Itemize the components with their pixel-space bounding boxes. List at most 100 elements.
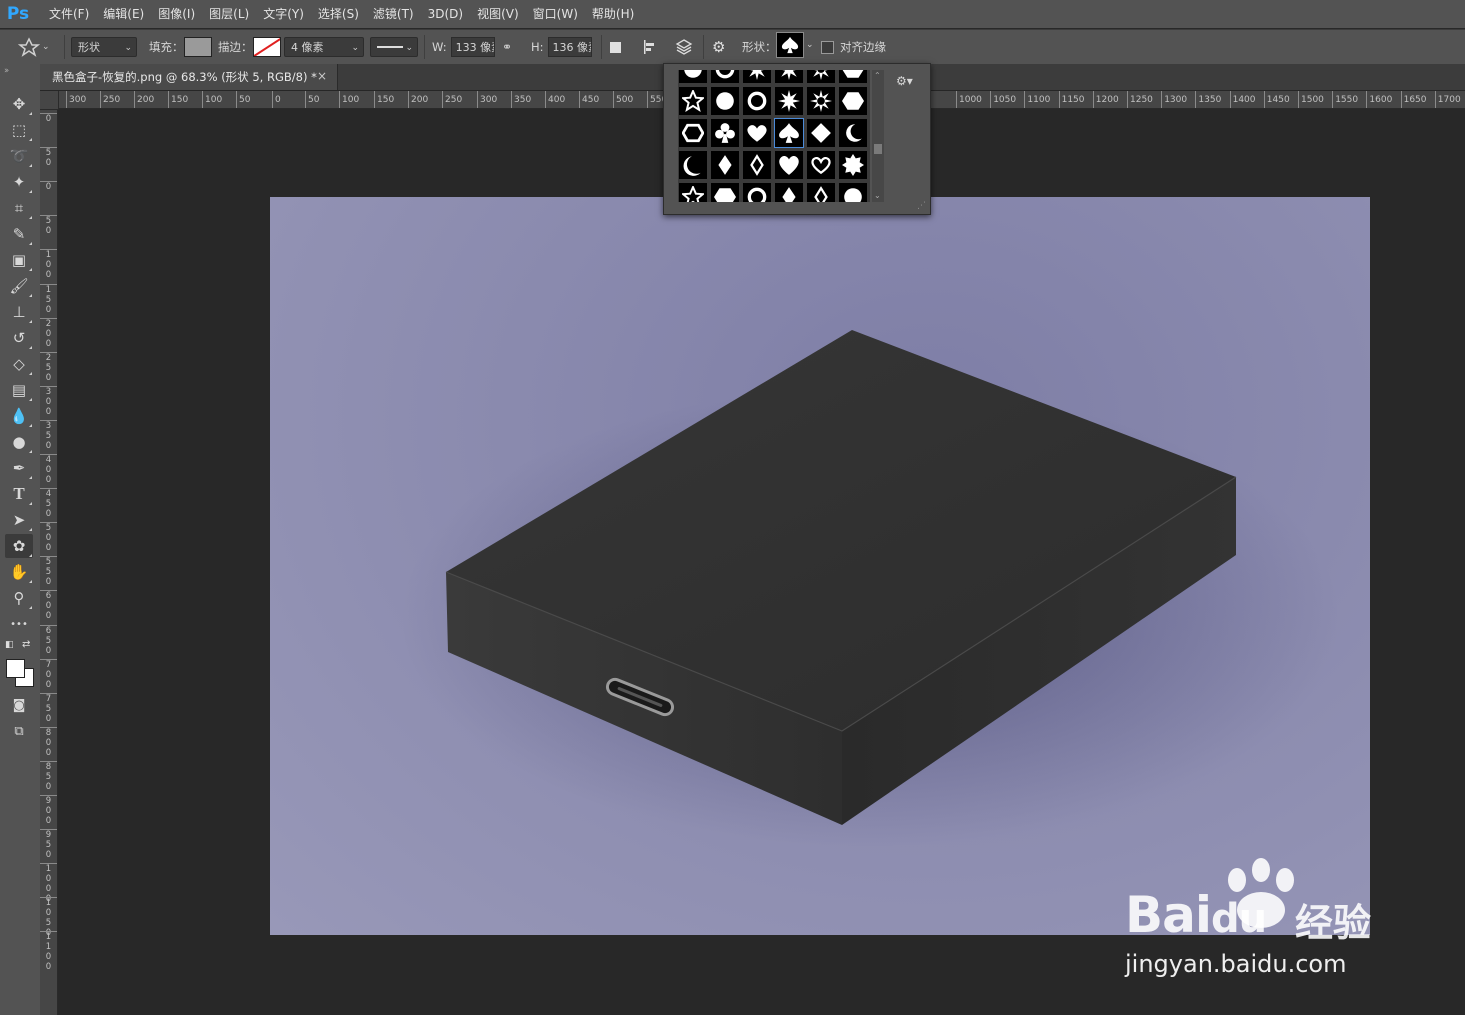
gradient-tool-button[interactable]: ▤ xyxy=(5,378,33,402)
marquee-tool-button[interactable]: ⬚ xyxy=(5,118,33,142)
shape-option-star5[interactable] xyxy=(678,86,708,116)
path-alignment-button[interactable] xyxy=(642,36,658,58)
panel-grip-icon[interactable]: ›› xyxy=(4,66,9,76)
shape-option-hexRing[interactable] xyxy=(678,118,708,148)
stamp-tool-button[interactable]: ⊥ xyxy=(5,300,33,324)
shape-picker-button[interactable]: ⌄ xyxy=(776,32,814,58)
path-select-tool-button[interactable]: ➤ xyxy=(5,508,33,532)
lasso-tool-button[interactable]: ➰ xyxy=(5,144,33,168)
shape-option-flower[interactable] xyxy=(838,182,868,202)
blur-tool-button[interactable]: 💧 xyxy=(5,404,33,428)
shape-option-hexagon[interactable] xyxy=(838,86,868,116)
menu-item-6[interactable]: 滤镜(T) xyxy=(366,0,421,28)
shape-option-flower[interactable] xyxy=(678,70,708,84)
shape-option-flower[interactable] xyxy=(710,86,740,116)
type-tool-button[interactable]: T xyxy=(5,482,33,506)
eyedropper-tool-button[interactable]: ✎ xyxy=(5,222,33,246)
shape-option-seal[interactable] xyxy=(838,150,868,180)
moon-icon xyxy=(846,124,862,142)
menu-item-8[interactable]: 视图(V) xyxy=(470,0,526,28)
stroke-width-select[interactable]: 4 像素 ⌄ xyxy=(284,37,364,57)
stroke-swatch[interactable] xyxy=(252,37,281,57)
document-tab[interactable]: 黑色盒子-恢复的.png @ 68.3% (形状 5, RGB/8) * × xyxy=(40,64,338,90)
shape-option-moonThin[interactable] xyxy=(678,150,708,180)
shape-option-club[interactable] xyxy=(710,118,740,148)
dodge-tool-button[interactable]: ● xyxy=(5,430,33,454)
gear-icon[interactable]: ⚙▾ xyxy=(896,74,913,88)
shape-option-burstRing[interactable] xyxy=(806,70,836,84)
shape-option-ring[interactable] xyxy=(742,86,772,116)
link-icon[interactable]: ⚭ xyxy=(502,40,512,54)
history-brush-tool-button[interactable]: ↺ xyxy=(5,326,33,350)
swap-colors-icon[interactable]: ⇄ xyxy=(22,639,30,650)
menu-item-7[interactable]: 3D(D) xyxy=(421,0,470,28)
width-input[interactable]: 133 像素 xyxy=(450,37,495,57)
menu-item-1[interactable]: 编辑(E) xyxy=(96,0,151,28)
foreground-color-swatch[interactable] xyxy=(6,659,25,678)
shape-option-hexagon[interactable] xyxy=(710,182,740,202)
frame-tool-button[interactable]: ▣ xyxy=(5,248,33,272)
shape-option-diamondRing[interactable] xyxy=(742,150,772,180)
watermark-brand: Baidu xyxy=(1125,886,1267,944)
align-edges-checkbox[interactable] xyxy=(821,40,834,54)
shape-option-ring[interactable] xyxy=(710,70,740,84)
shape-option-star5[interactable] xyxy=(678,182,708,202)
menu-item-2[interactable]: 图像(I) xyxy=(151,0,202,28)
stroke-type-select[interactable]: ⌄ xyxy=(370,37,418,57)
shape-option-burst[interactable] xyxy=(774,86,804,116)
shape-option-diamondRing[interactable] xyxy=(806,182,836,202)
brush-tool-button[interactable]: 🖌 xyxy=(5,274,33,298)
menu-item-9[interactable]: 窗口(W) xyxy=(526,0,585,28)
shape-option-heart[interactable] xyxy=(742,118,772,148)
tool-mode-select[interactable]: 形状 ⌄ xyxy=(71,37,137,57)
custom-shape-tool-button[interactable]: ✿ xyxy=(5,534,33,558)
magic-wand-tool-button[interactable]: ✦ xyxy=(5,170,33,194)
gradient-tool-icon: ▤ xyxy=(11,381,27,399)
shape-option-burst[interactable] xyxy=(774,70,804,84)
shape-option-diamondTall[interactable] xyxy=(774,182,804,202)
more-tools-icon: ••• xyxy=(10,618,28,630)
menu-item-4[interactable]: 文字(Y) xyxy=(256,0,311,28)
shape-option-ring[interactable] xyxy=(742,182,772,202)
geometry-options-button[interactable]: ⚙ xyxy=(712,36,725,58)
ruler-origin[interactable] xyxy=(40,91,59,110)
hand-tool-button[interactable]: ✋ xyxy=(5,560,33,584)
menu-item-5[interactable]: 选择(S) xyxy=(311,0,366,28)
default-colors-icon[interactable]: ◧ xyxy=(5,640,14,650)
shape-option-heartRing[interactable] xyxy=(806,150,836,180)
path-arrangement-button[interactable] xyxy=(674,36,694,58)
scrollbar-thumb[interactable] xyxy=(874,144,882,154)
menu-item-0[interactable]: 文件(F) xyxy=(42,0,96,28)
tool-preset-picker[interactable]: ⌄ xyxy=(18,36,50,58)
close-icon[interactable]: × xyxy=(317,69,327,83)
resize-handle-icon[interactable]: ⋰ xyxy=(917,201,926,211)
menu-item-10[interactable]: 帮助(H) xyxy=(585,0,641,28)
shape-option-burstRing[interactable] xyxy=(806,86,836,116)
shape-option-spade[interactable] xyxy=(774,118,804,148)
crop-tool-button[interactable]: ⌗ xyxy=(5,196,33,220)
shape-option-diamond[interactable] xyxy=(806,118,836,148)
quick-mask-button[interactable]: ◙ xyxy=(5,693,33,717)
fill-swatch[interactable] xyxy=(183,37,212,57)
chevron-down-icon[interactable]: ⌄ xyxy=(874,191,881,200)
more-tools-button[interactable]: ••• xyxy=(5,612,33,636)
zoom-tool-button[interactable]: ⚲ xyxy=(5,586,33,610)
shape-option-heartBig[interactable] xyxy=(774,150,804,180)
shape-option-burst[interactable] xyxy=(742,70,772,84)
vertical-ruler[interactable]: 0500501001502002503003504004505005506006… xyxy=(40,91,58,1015)
eraser-tool-button[interactable]: ◇ xyxy=(5,352,33,376)
shape-option-moon[interactable] xyxy=(838,118,868,148)
shape-option-hexagon[interactable] xyxy=(838,70,868,84)
shape-option-diamondTall[interactable] xyxy=(710,150,740,180)
menu-item-3[interactable]: 图层(L) xyxy=(202,0,256,28)
divider xyxy=(64,35,65,59)
moonthin-icon xyxy=(683,156,701,176)
shape-picker-scrollbar[interactable]: ⌃ ⌄ xyxy=(872,70,884,202)
document-canvas[interactable] xyxy=(270,197,1370,935)
path-operations-button[interactable] xyxy=(610,36,621,58)
move-tool-button[interactable]: ✥ xyxy=(5,92,33,116)
chevron-up-icon[interactable]: ⌃ xyxy=(874,71,881,80)
height-input[interactable]: 136 像素 xyxy=(547,37,592,57)
screen-mode-button[interactable]: ⧉ xyxy=(5,719,33,743)
pen-tool-button[interactable]: ✒ xyxy=(5,456,33,480)
